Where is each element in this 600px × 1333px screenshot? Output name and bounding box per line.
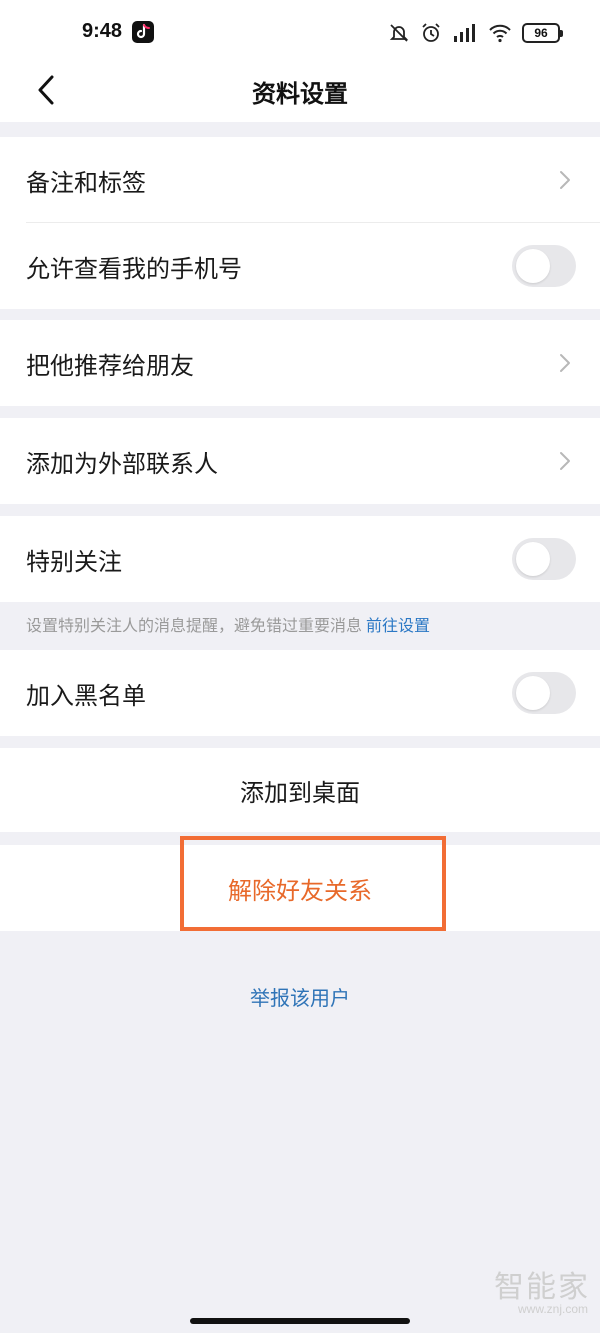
hint-text: 设置特别关注人的消息提醒，避免错过重要消息 [26, 616, 363, 635]
chevron-right-icon [560, 354, 570, 372]
row-label: 允许查看我的手机号 [26, 254, 242, 283]
wifi-icon [488, 22, 512, 44]
page-title: 资料设置 [252, 80, 348, 108]
status-time: 9:48 [82, 20, 123, 42]
hd-signal-icon [452, 22, 478, 44]
chevron-right-icon [560, 452, 570, 470]
row-label: 加入黑名单 [26, 681, 146, 710]
status-icons: 96 [388, 20, 563, 46]
allow-phone-toggle[interactable] [512, 245, 576, 287]
row-recommend-friend[interactable]: 把他推荐给朋友 [0, 320, 600, 406]
row-blacklist: 加入黑名单 [0, 650, 600, 736]
settings-group-profile: 备注和标签 允许查看我的手机号 [0, 137, 600, 309]
go-settings-link[interactable]: 前往设置 [366, 616, 430, 635]
toggle-knob [516, 542, 550, 576]
settings-group-blacklist: 加入黑名单 [0, 650, 600, 736]
report-user-link[interactable]: 举报该用户 [0, 982, 600, 1011]
row-label: 把他推荐给朋友 [26, 351, 194, 380]
add-desktop-label: 添加到桌面 [240, 778, 360, 807]
alarm-icon [420, 22, 442, 44]
toggle-knob [516, 676, 550, 710]
home-indicator [190, 1318, 410, 1324]
row-label: 添加为外部联系人 [26, 449, 218, 478]
blacklist-toggle[interactable] [512, 672, 576, 714]
watermark: 智能家 www.znj.com [478, 1262, 590, 1322]
toggle-knob [516, 249, 550, 283]
row-allow-phone: 允许查看我的手机号 [0, 223, 600, 309]
row-special-follow: 特别关注 [0, 516, 600, 602]
special-follow-hint: 设置特别关注人的消息提醒，避免错过重要消息 前往设置 [26, 612, 586, 636]
watermark-url: www.znj.com [517, 1302, 588, 1316]
watermark-text: 智能家 [494, 1270, 590, 1305]
row-add-external[interactable]: 添加为外部联系人 [0, 418, 600, 504]
settings-group-recommend: 把他推荐给朋友 [0, 320, 600, 406]
settings-page: 9:48 96 资料设置 备注和标签 允许查看我的手机号 把他推荐给朋友 添加为… [0, 0, 600, 1333]
chevron-right-icon [560, 171, 570, 189]
battery-icon: 96 [522, 23, 563, 43]
tiktok-icon [132, 21, 154, 43]
settings-group-special-follow: 特别关注 [0, 516, 600, 602]
nav-bar: 资料设置 [0, 66, 600, 122]
highlight-box [180, 836, 446, 931]
status-bar: 9:48 96 [0, 0, 600, 66]
row-remark-tags[interactable]: 备注和标签 [0, 137, 600, 223]
special-follow-toggle[interactable] [512, 538, 576, 580]
row-label: 特别关注 [26, 547, 122, 576]
row-label: 备注和标签 [26, 168, 146, 197]
add-desktop-button[interactable]: 添加到桌面 [0, 748, 600, 832]
settings-group-external: 添加为外部联系人 [0, 418, 600, 504]
mute-icon [388, 22, 410, 44]
